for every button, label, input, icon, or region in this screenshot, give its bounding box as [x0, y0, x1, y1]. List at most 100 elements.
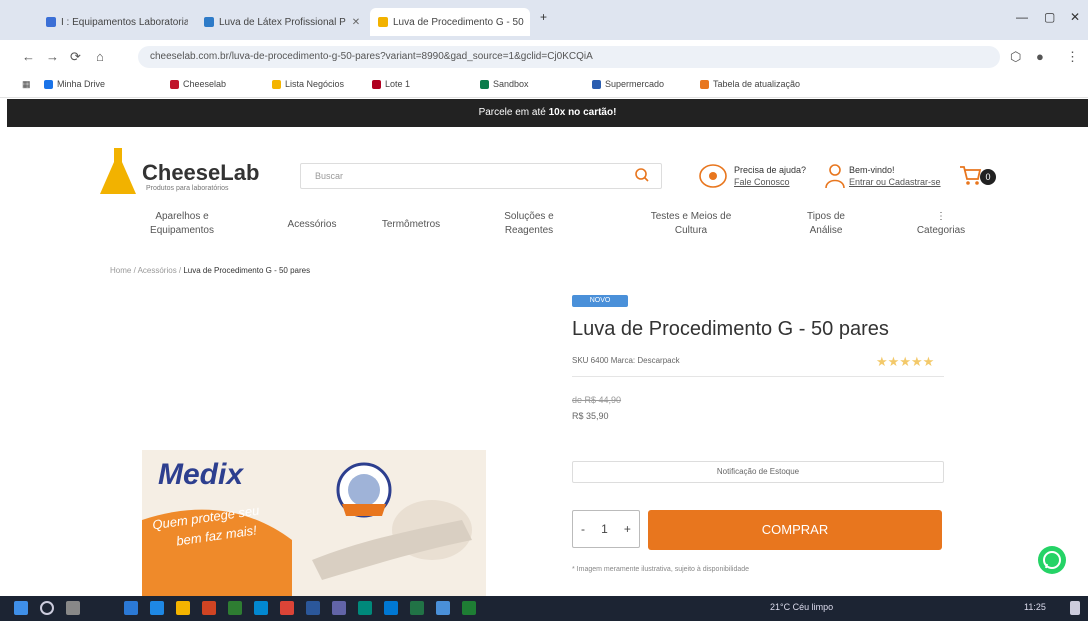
- bookmark-label: Supermercado: [605, 79, 665, 89]
- bookmark-item[interactable]: Lote 1: [372, 79, 410, 89]
- minimize-button[interactable]: —: [1016, 10, 1028, 24]
- tab-close-icon[interactable]: ✕: [352, 17, 360, 28]
- star-icon: ★: [887, 354, 900, 369]
- bookmark-label: Cheeselab: [183, 79, 227, 89]
- menu-item-categorias[interactable]: ⋮ Categorias: [896, 210, 986, 238]
- taskbar-app-icon[interactable]: [358, 601, 372, 615]
- buy-button[interactable]: COMPRAR: [648, 510, 942, 550]
- logo-tagline: Produtos para laboratórios: [146, 185, 229, 192]
- cart-icon: [960, 166, 982, 185]
- taskbar-app-icon[interactable]: [176, 601, 190, 615]
- clock[interactable]: 11:25: [1024, 602, 1046, 612]
- browser-tab-active[interactable]: Luva de Procedimento G - 50 ✕: [370, 8, 530, 36]
- breadcrumb-trail[interactable]: Home / Acessórios /: [110, 266, 183, 275]
- price-old: de R$ 44,90: [572, 395, 622, 405]
- menu-dots-icon[interactable]: ⋮: [1066, 49, 1079, 65]
- address-toolbar: ← → ⟳ ⌂ cheeselab.com.br/luva-de-procedi…: [0, 40, 1088, 74]
- back-arrow-icon[interactable]: ←: [22, 49, 35, 64]
- menu-label: Testes e Meios de: [650, 211, 732, 222]
- price-current: R$ 35,90: [572, 411, 609, 421]
- search-icon[interactable]: [634, 167, 650, 183]
- menu-label: Equipamentos: [150, 225, 214, 236]
- menu-label: Cultura: [674, 225, 708, 236]
- menu-item-tipos[interactable]: Tipos de Análise: [786, 210, 866, 238]
- menu-item-termometros[interactable]: Termômetros: [366, 218, 456, 232]
- notifications-icon[interactable]: [1070, 601, 1080, 615]
- menu-item-testes[interactable]: Testes e Meios de Cultura: [626, 210, 756, 238]
- apps-grid-icon[interactable]: ▦: [22, 79, 31, 90]
- bookmark-item[interactable]: Sandbox: [480, 79, 529, 89]
- site-logo[interactable]: CheeseLab Produtos para laboratórios: [100, 140, 270, 200]
- taskbar-app-icon[interactable]: [436, 601, 450, 615]
- bookmark-favicon-icon: [170, 79, 179, 89]
- profile-icon[interactable]: ●: [1036, 49, 1044, 64]
- bookmarks-bar: ▦ Minha Drive Cheeselab Lista Negócios L…: [0, 74, 1088, 98]
- quantity-increase-button[interactable]: +: [624, 522, 631, 536]
- bookmark-item[interactable]: Minha Drive: [44, 79, 105, 89]
- taskbar-app-icon[interactable]: [124, 601, 138, 615]
- task-view-icon[interactable]: [66, 601, 80, 615]
- help-block[interactable]: Precisa de ajuda? Fale Conosco: [698, 163, 818, 193]
- rating-stars[interactable]: ★★★★★: [876, 354, 934, 370]
- bookmark-item[interactable]: Supermercado: [592, 79, 664, 89]
- excel-icon[interactable]: [410, 601, 424, 615]
- star-icon: ★: [899, 354, 911, 369]
- bookmark-item[interactable]: Tabela de atualização: [700, 79, 800, 89]
- whatsapp-button[interactable]: [1038, 546, 1066, 574]
- taskbar-app-icon[interactable]: [150, 601, 164, 615]
- account-block[interactable]: Bem-vindo! Entrar ou Cadastrar-se: [825, 163, 955, 193]
- disclaimer-note: * Imagem meramente ilustrativa, sujeito …: [572, 566, 750, 573]
- whatsapp-icon: [1043, 551, 1061, 569]
- account-title: Bem-vindo!: [849, 165, 895, 175]
- contact-link[interactable]: Fale Conosco: [734, 177, 790, 187]
- promo-text: Parcele em até: [478, 107, 546, 118]
- word-icon[interactable]: [306, 601, 320, 615]
- browser-tab[interactable]: Luva de Látex Profissional P ✕: [196, 10, 364, 34]
- bookmark-item[interactable]: Lista Negócios: [272, 79, 344, 89]
- taskbar-app-icon[interactable]: [228, 601, 242, 615]
- bookmark-favicon-icon: [592, 79, 601, 89]
- chrome-icon[interactable]: [280, 601, 294, 615]
- new-tab-button[interactable]: +: [540, 10, 547, 24]
- login-link[interactable]: Entrar ou Cadastrar-se: [849, 177, 941, 187]
- taskbar-app-icon[interactable]: [254, 601, 268, 615]
- start-menu-icon[interactable]: [14, 601, 28, 615]
- quantity-decrease-button[interactable]: -: [581, 522, 585, 536]
- reload-icon[interactable]: ⟳: [70, 49, 81, 65]
- browser-tab-bar: I : Equipamentos Laboratoriais ✕ Luva de…: [0, 0, 1088, 40]
- browser-tab[interactable]: I : Equipamentos Laboratoriais ✕: [38, 10, 188, 34]
- menu-item-aparelhos[interactable]: Aparelhos e Equipamentos: [132, 210, 232, 238]
- bookmark-favicon-icon: [480, 79, 489, 89]
- cart-button[interactable]: 0: [958, 163, 1000, 191]
- product-sku: SKU 6400 Marca: Descarpack: [572, 356, 680, 365]
- cart-count-badge: 0: [980, 169, 996, 185]
- bookmark-label: Tabela de atualização: [713, 79, 801, 89]
- search-input[interactable]: Buscar: [300, 163, 662, 189]
- bookmark-favicon-icon: [700, 79, 709, 89]
- taskbar-app-icon[interactable]: [202, 601, 216, 615]
- notify-stock-button[interactable]: Notificação de Estoque: [572, 461, 944, 483]
- weather-widget[interactable]: 21°C Céu limpo: [770, 602, 833, 612]
- maximize-button[interactable]: ▢: [1044, 10, 1055, 24]
- menu-item-solucoes[interactable]: Soluções e Reagentes: [484, 210, 574, 238]
- taskbar-app-icon[interactable]: [462, 601, 476, 615]
- bookmark-item[interactable]: Cheeselab: [170, 79, 226, 89]
- taskbar-app-icon[interactable]: [332, 601, 346, 615]
- menu-item-acessorios[interactable]: Acessórios: [272, 218, 352, 232]
- bookmark-label: Lista Negócios: [285, 79, 345, 89]
- address-input[interactable]: cheeselab.com.br/luva-de-procedimento-g-…: [138, 46, 1000, 68]
- close-window-button[interactable]: ✕: [1070, 10, 1080, 24]
- search-icon[interactable]: [40, 601, 54, 615]
- taskbar-app-icon[interactable]: [384, 601, 398, 615]
- tab-favicon-icon: [204, 17, 214, 27]
- menu-label: Tipos de: [807, 211, 845, 222]
- product-image[interactable]: Medix Quem protege seu bem faz mais!: [142, 450, 486, 596]
- extensions-icon[interactable]: ⬡: [1010, 49, 1021, 65]
- home-icon[interactable]: ⌂: [96, 49, 104, 64]
- quantity-value[interactable]: 1: [601, 522, 608, 536]
- breadcrumb-current: Luva de Procedimento G - 50 pares: [183, 266, 311, 275]
- forward-arrow-icon[interactable]: →: [46, 49, 59, 64]
- help-title: Precisa de ajuda?: [734, 165, 807, 175]
- product-brand-text: Medix: [158, 458, 244, 491]
- star-icon: ★: [876, 354, 888, 369]
